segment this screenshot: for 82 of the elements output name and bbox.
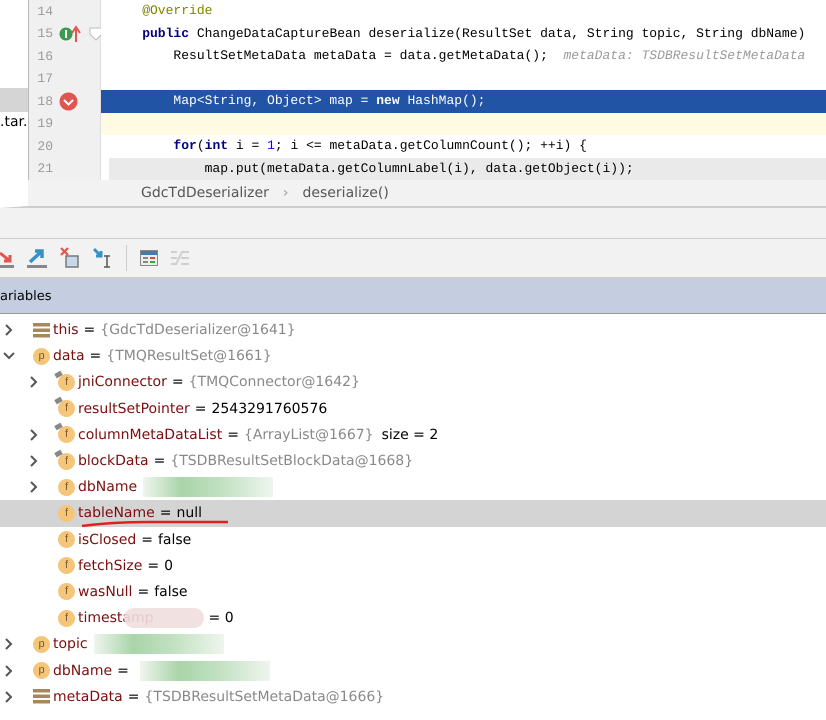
stack-icon (33, 322, 50, 338)
equals-sign: = (154, 453, 166, 470)
variable-value: {ArrayList@1667} (244, 426, 374, 443)
equals-sign: = (147, 558, 160, 574)
equals-sign: = (160, 505, 172, 522)
equals-sign: = 0 (208, 610, 234, 626)
drop-frame-icon[interactable] (60, 247, 80, 269)
panel-title: ariables (0, 288, 52, 304)
line-number: 17 (36, 71, 53, 86)
variable-value: {TMQConnector@1642} (188, 374, 360, 390)
stack-icon (33, 689, 50, 704)
file-name[interactable]: .tar. (0, 114, 28, 130)
chevron-right-icon[interactable] (3, 664, 15, 677)
equals-sign: = (141, 532, 153, 548)
equals-sign: = (128, 688, 140, 705)
field-icon: f (58, 504, 75, 522)
variable-value: {TSDBResultSetMetaData@1666} (144, 688, 384, 705)
override-marker-icon[interactable] (59, 24, 83, 43)
line-number: 20 (36, 138, 53, 154)
breadcrumb[interactable]: deserialize() (302, 185, 389, 201)
equals-sign: = (90, 348, 102, 364)
equals-sign: = (137, 584, 150, 600)
line-number: 19 (36, 116, 53, 132)
chevron-right-icon[interactable] (28, 455, 40, 468)
chevron-right-icon[interactable] (3, 638, 15, 650)
variable-name[interactable]: tableName (78, 505, 155, 522)
variable-name[interactable]: wasNull (78, 584, 132, 600)
field-icon: f (58, 583, 75, 600)
chevron-right-icon[interactable] (28, 428, 40, 441)
variable-value: {TSDBResultSetBlockData@1668} (170, 453, 414, 470)
size-label: size = 2 (382, 426, 438, 443)
variable-name[interactable]: this (53, 322, 79, 338)
field-icon: f (58, 531, 75, 548)
field-icon: f (58, 610, 75, 627)
line-number: 18 (36, 94, 53, 109)
variable-value: 2543291760576 (211, 400, 328, 417)
variable-value: {GdcTdDeserializer@1641} (100, 322, 296, 338)
code-line: public ChangeDataCaptureBean deserialize(ResultSet data, String topic, String dbName) (141, 24, 806, 42)
variable-name[interactable]: fetchSize (78, 558, 142, 574)
variable-value: null (176, 505, 202, 522)
table-icon[interactable] (140, 250, 158, 266)
variable-value: false (154, 584, 188, 600)
variable-name[interactable]: metaData (53, 688, 123, 705)
line-number: 15 (36, 26, 53, 42)
code-line: ResultSetMetaData metaData = data.getMetaData(); metaData: TSDBResultSetMetaData (172, 47, 806, 65)
variable-name[interactable]: dbName (78, 479, 138, 496)
variable-name[interactable]: blockData (78, 453, 149, 470)
line-number: 14 (36, 4, 53, 19)
chevron-right-icon[interactable] (3, 324, 15, 336)
breakpoint-icon[interactable] (59, 92, 78, 111)
variable-name[interactable]: jniConnector (78, 374, 167, 390)
breadcrumb-separator: › (282, 185, 289, 201)
parameter-icon: p (33, 662, 50, 680)
variable-name[interactable]: isClosed (78, 532, 136, 548)
field-icon: f (58, 478, 75, 496)
equals-sign: = (227, 426, 239, 443)
variable-name[interactable]: dbName (53, 662, 112, 679)
equals-sign: = (84, 322, 96, 338)
variable-name[interactable]: data (53, 348, 85, 364)
breadcrumb[interactable]: GdcTdDeserializer (141, 185, 269, 201)
variable-name[interactable]: resultSetPointer (78, 400, 190, 417)
parameter-icon: p (33, 348, 50, 365)
code-line: @Override (141, 2, 214, 20)
chevron-right-icon[interactable] (3, 690, 15, 703)
selected-row[interactable]: f tableName = null (0, 500, 826, 526)
chevron-right-icon[interactable] (28, 481, 40, 494)
variable-name[interactable]: columnMetaDataList (78, 426, 222, 443)
cursor-arrow-icon[interactable] (93, 247, 113, 269)
variable-value: {TMQResultSet@1661} (106, 348, 272, 364)
variable-value: false (158, 532, 192, 548)
equals-sign: = (172, 374, 184, 390)
equals-sign: = (194, 400, 206, 417)
chevron-right-icon[interactable] (28, 376, 40, 388)
line-number: 21 (36, 161, 53, 176)
line-number: 16 (36, 48, 53, 64)
code-line: for(int i = 1; i <= metaData.getColumnCount(); ++i) { (172, 137, 588, 155)
parameter-icon: p (33, 636, 50, 653)
variable-name[interactable]: topic (53, 636, 88, 652)
arrow-up-icon[interactable] (27, 247, 47, 269)
equals-sign: = (117, 662, 129, 679)
field-icon: f (58, 557, 75, 574)
variable-value: 0 (164, 558, 173, 574)
